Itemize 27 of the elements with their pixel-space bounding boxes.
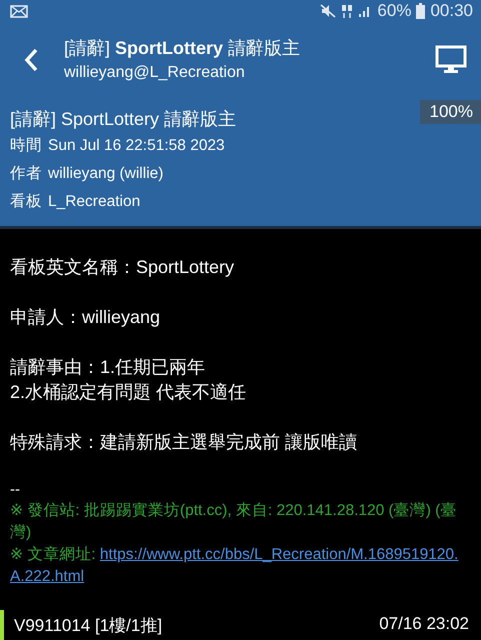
zoom-level[interactable]: 100% [420, 100, 481, 124]
body-text: 申請人：willieyang [10, 306, 162, 329]
signature-text: ※ 發信站: 批踢踢實業坊(ptt.cc), 來自: 220.141.28.120 (臺灣) (臺灣) [10, 501, 458, 543]
body-text: 特殊請求：建請新版主選舉完成前 讓版唯讀 [10, 431, 358, 454]
field-label: 時間 [10, 137, 42, 154]
battery-icon [416, 3, 426, 19]
mail-icon [10, 4, 28, 18]
back-icon[interactable] [24, 48, 38, 72]
field-label: 作者 [10, 165, 42, 182]
comment-author: V9911014 [1樓/1推] [14, 615, 162, 637]
app-subtitle: willieyang@L_Recreation [64, 63, 246, 83]
article-title: [請辭] SportLottery 請辭版主 [10, 108, 236, 131]
mute-icon [320, 4, 336, 18]
body-text: 看板英文名稱：SportLottery [10, 256, 236, 279]
app-title: [請辭] SportLottery 請辭版主 [64, 37, 302, 60]
monitor-icon[interactable] [435, 45, 467, 75]
body-text: 2.水桶認定有問題 代表不適任 [10, 381, 248, 404]
field-label: 看板 [10, 193, 42, 210]
separator-text: -- [10, 480, 21, 500]
field-value: Sun Jul 16 22:51:58 2023 [48, 137, 225, 154]
field-value: willieyang (willie) [48, 165, 164, 182]
clock: 00:30 [430, 1, 473, 21]
field-value: L_Recreation [48, 193, 140, 210]
battery-level: 60% [377, 1, 412, 21]
comment-time: 07/16 23:02 [379, 614, 469, 635]
article-link-line[interactable]: ※ 文章網址: https://www.ptt.cc/bbs/L_Recreation/M.1689519120.A.222.html [10, 544, 471, 588]
body-text: 請辭事由：1.任期已兩年 [10, 356, 206, 379]
